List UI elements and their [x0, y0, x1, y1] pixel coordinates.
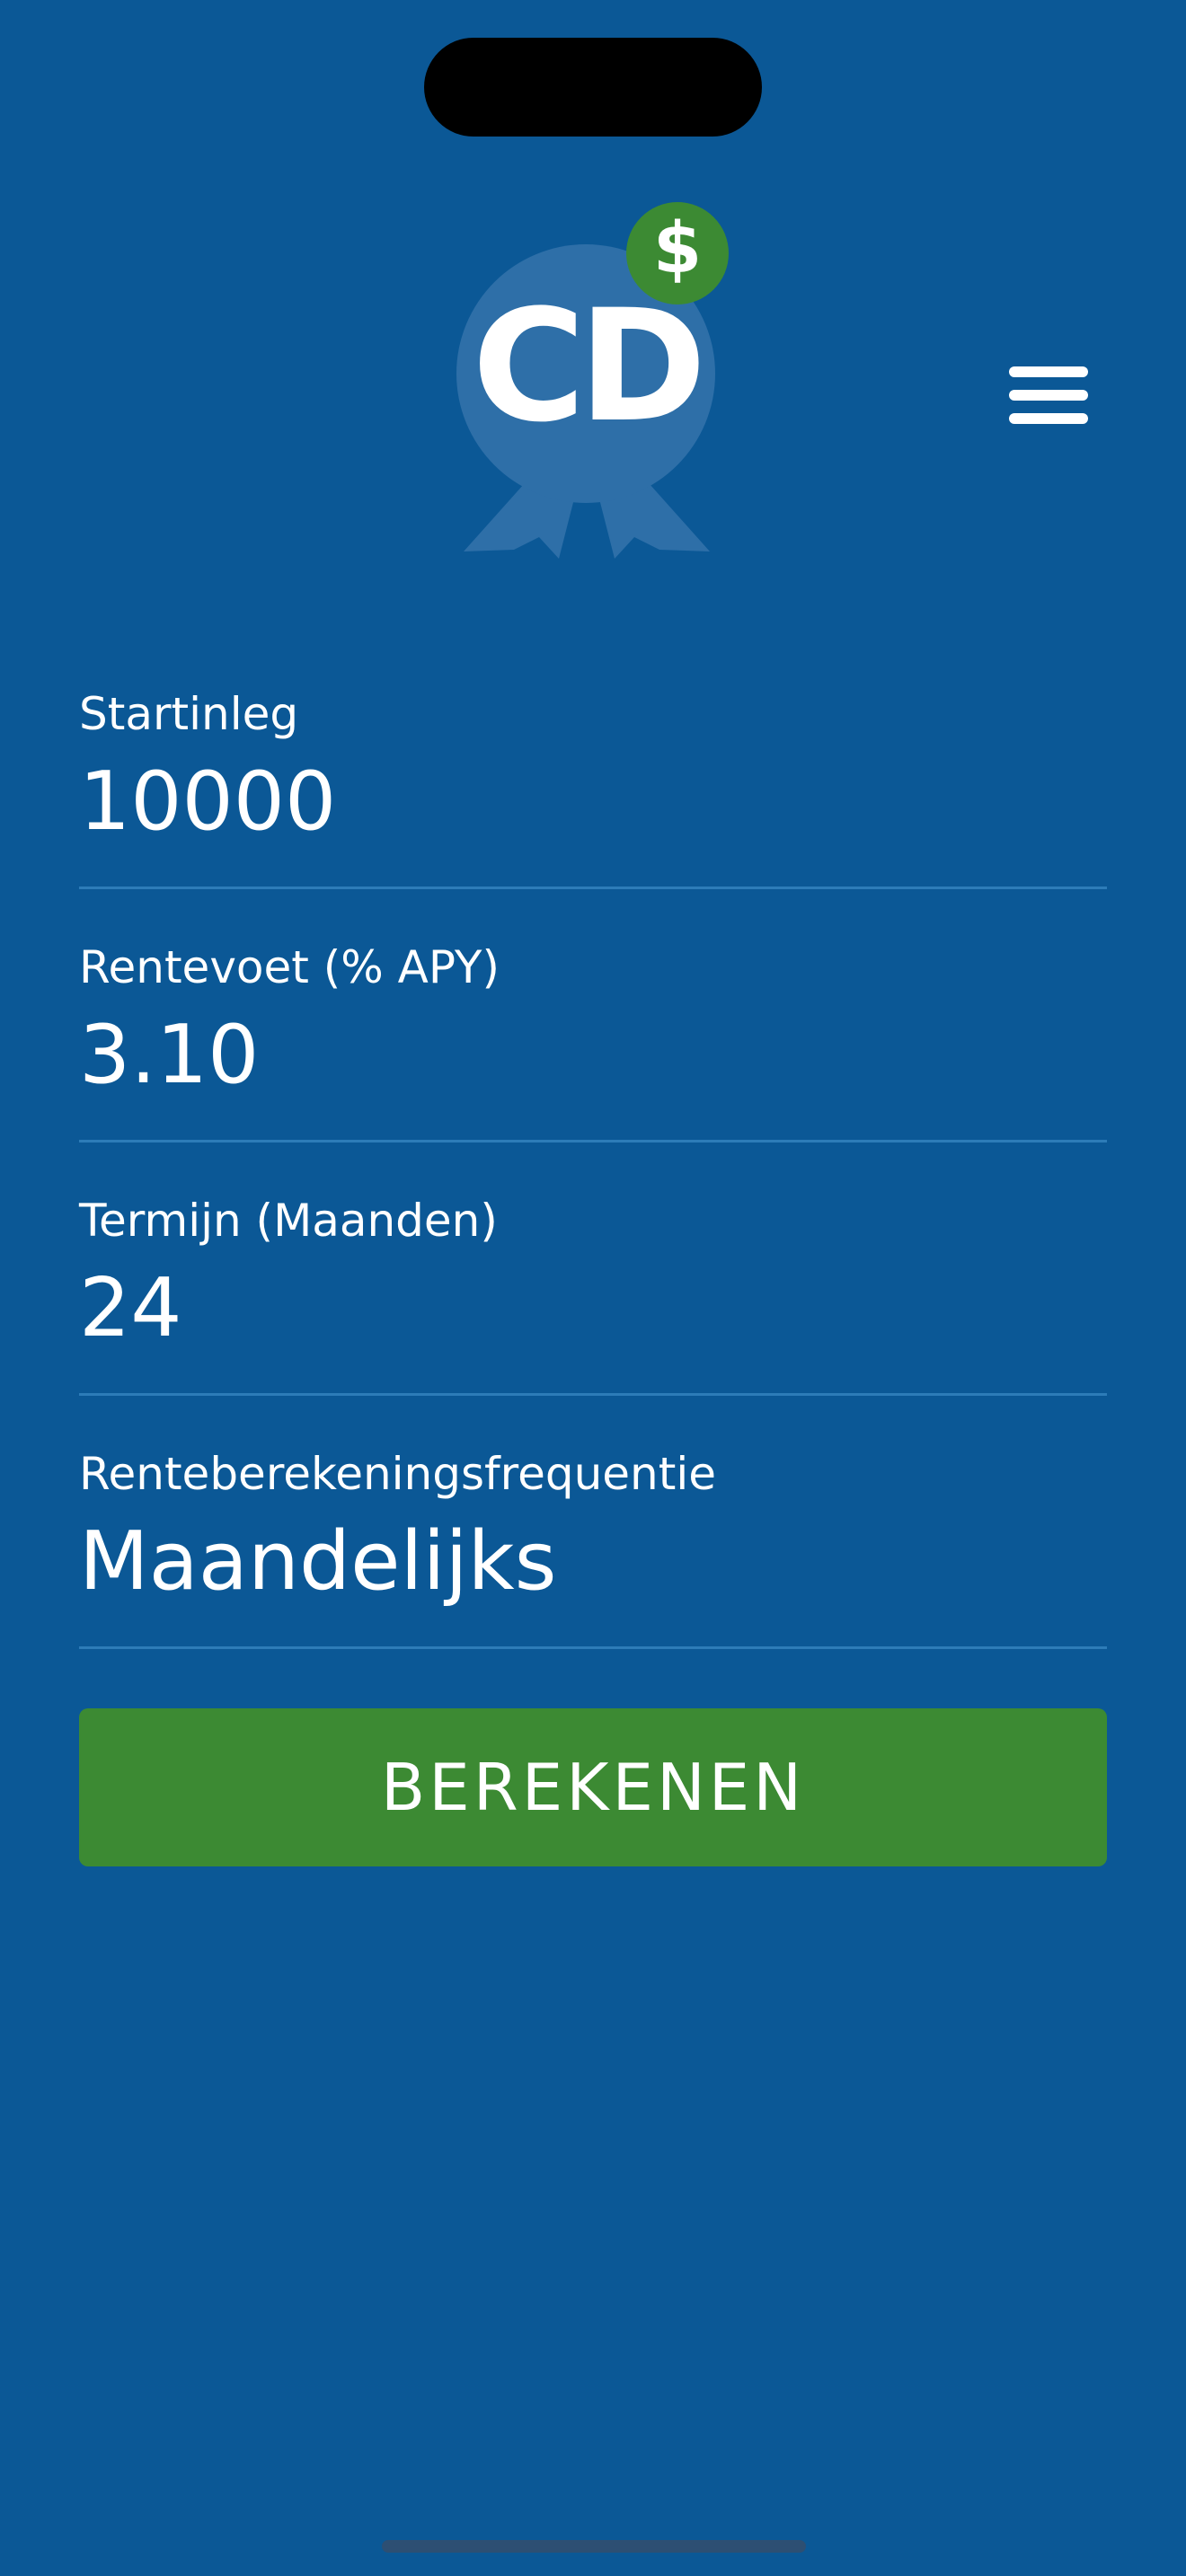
- compounding-frequency-select[interactable]: Maandelijks: [79, 1522, 557, 1602]
- starting-deposit-label: Startinleg: [79, 688, 299, 740]
- dollar-badge-symbol: $: [652, 208, 703, 289]
- starting-deposit-input[interactable]: 10000: [79, 762, 336, 842]
- term-months-input[interactable]: 24: [79, 1268, 182, 1349]
- logo-text: CD: [472, 276, 706, 456]
- starting-deposit-field[interactable]: Startinleg 10000: [79, 692, 1107, 889]
- menu-bar: [1009, 366, 1088, 377]
- term-months-field[interactable]: Termijn (Maanden) 24: [79, 1198, 1107, 1396]
- interest-rate-field[interactable]: Rentevoet (% APY) 3.10: [79, 945, 1107, 1142]
- term-months-label: Termijn (Maanden): [79, 1195, 498, 1247]
- home-indicator[interactable]: [382, 2540, 806, 2553]
- compounding-frequency-label: Renteberekeningsfrequentie: [79, 1448, 716, 1500]
- compounding-frequency-field[interactable]: Renteberekeningsfrequentie Maandelijks: [79, 1451, 1107, 1649]
- interest-rate-input[interactable]: 3.10: [79, 1015, 259, 1096]
- dynamic-island: [424, 38, 762, 137]
- hamburger-menu-icon[interactable]: [999, 357, 1098, 433]
- app-screen: CD $ Startinleg 10000 Rentevoet (% APY) …: [0, 0, 1186, 2576]
- menu-bar: [1009, 413, 1088, 424]
- interest-rate-label: Rentevoet (% APY): [79, 941, 500, 993]
- calculate-button[interactable]: BEREKENEN: [79, 1708, 1107, 1866]
- cd-award-ribbon-icon: CD $: [449, 198, 737, 629]
- menu-bar: [1009, 390, 1088, 401]
